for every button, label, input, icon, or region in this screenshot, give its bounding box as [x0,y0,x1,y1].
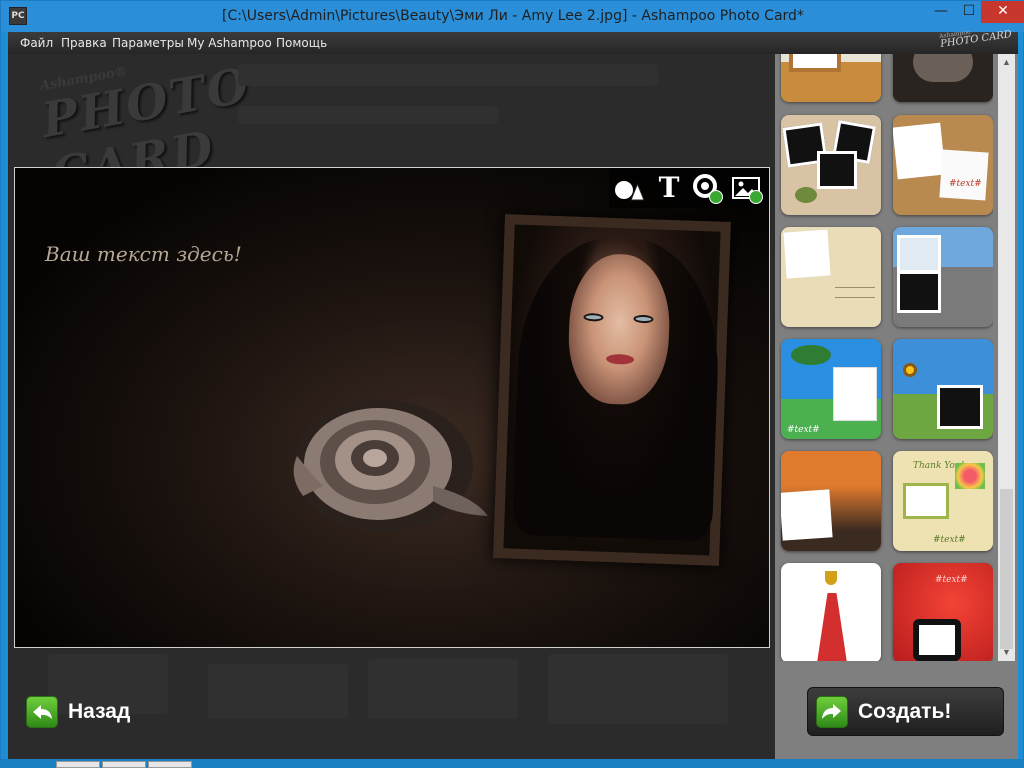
close-button[interactable]: ✕ [981,1,1024,23]
menu-bar: Файл Правка Параметры My Ashampoo Помощь… [8,29,1018,54]
sunflower-shape [903,363,917,377]
back-button[interactable]: Назад [26,695,130,729]
trophy-icon [825,571,837,585]
template-thumb-motorcycle[interactable] [893,54,993,102]
card-text-placeholder[interactable]: Ваш текст здесь! [45,242,242,266]
menu-my-ashampoo[interactable]: My Ashampoo [187,36,272,50]
scroll-thumb[interactable] [1000,489,1013,649]
create-label: Создать! [858,699,952,723]
leaf-shape [795,187,817,203]
template-thumb-route66[interactable] [893,227,993,327]
editor-area: Ashampoo® PHOTO CARD Ваш текст здесь! T … [8,54,775,760]
note-paper [893,122,946,180]
back-arrow-icon [26,696,58,728]
menu-help[interactable]: Помощь [276,36,327,50]
ghost-decoration [368,659,518,719]
palm-text-label: #text# [787,425,820,435]
lips [605,353,635,365]
photo-slot [897,235,941,273]
motorcycle-shape [913,54,973,82]
taskbar-item[interactable] [148,761,192,768]
menu-settings[interactable]: Параметры [112,36,184,50]
template-thumb-red-carpet[interactable] [781,563,881,661]
back-label: Назад [68,700,131,723]
ghost-decoration [238,106,498,124]
photo-slot [833,367,877,421]
create-arrow-icon [816,695,848,728]
refresh-badge-icon [749,190,763,204]
title-bar: PC [C:\Users\Admin\Pictures\Beauty\Эми Л… [1,1,1024,32]
menu-edit[interactable]: Правка [61,36,107,50]
app-window: PC [C:\Users\Admin\Pictures\Beauty\Эми Л… [0,0,1024,768]
thank-you-text-label: #text# [933,535,966,545]
template-thumb-beach-sunset[interactable] [781,451,881,551]
menu-file[interactable]: Файл [20,36,53,50]
scroll-up-icon[interactable]: ▲ [998,54,1015,71]
window-title: [C:\Users\Admin\Pictures\Beauty\Эми Ли -… [222,8,804,24]
template-list: #text# #text# Thank You! #text# #text# [779,54,993,661]
template-thumb-polaroids[interactable] [781,115,881,215]
photo-slot [937,385,983,429]
frame-shape [789,54,841,72]
template-thumb-palm[interactable]: #text# [781,339,881,439]
template-thumb-postcard[interactable] [781,227,881,327]
address-line [835,287,875,288]
taskbar-strip [0,759,1024,768]
card-preview[interactable]: Ваш текст здесь! T [14,167,770,648]
taskbar-item[interactable] [56,761,100,768]
left-eye [583,312,604,322]
ghost-decoration [238,64,658,86]
taskbar-item[interactable] [102,761,146,768]
right-eye [633,314,654,324]
photo-slot [897,271,941,313]
flowers-shape [955,463,985,489]
minimize-button[interactable]: — [927,1,955,23]
photo-frame[interactable] [493,214,731,566]
text-icon[interactable]: T [653,172,685,204]
photo-slot [817,151,857,189]
carpet-shape [817,593,847,661]
note-paper [939,149,989,201]
tv-shape [913,619,961,661]
template-scrollbar[interactable]: ▲ ▼ [998,54,1015,661]
photo-slot [903,483,949,519]
card-toolbar: T [609,168,769,208]
template-sidebar: #text# #text# Thank You! #text# #text# ▲… [775,54,1018,760]
photo-slot [783,229,831,279]
template-thumb-thank-you[interactable]: Thank You! #text# [893,451,993,551]
palm-leaves [791,345,831,365]
ghost-decoration [548,654,728,724]
ghost-decoration [208,664,348,719]
maximize-button[interactable]: ☐ [955,1,983,23]
scroll-down-icon[interactable]: ▼ [998,644,1015,661]
refresh-badge-icon [709,190,723,204]
red-text-label: #text# [935,575,968,585]
template-thumb-red-tv[interactable]: #text# [893,563,993,661]
template-thumb-wood-frame[interactable] [781,54,881,102]
shapes-icon[interactable] [613,172,645,204]
cork-text-label: #text# [949,179,982,189]
photo-slot [781,489,833,541]
create-button[interactable]: Создать! [807,687,1004,736]
template-thumb-sunflowers[interactable] [893,339,993,439]
style-icon[interactable] [691,172,723,204]
background-icon[interactable] [731,172,763,204]
address-line [835,297,875,298]
menu-logo: Ashampoo PHOTO CARD [939,29,1013,50]
template-thumb-cork[interactable]: #text# [893,115,993,215]
rose-image [293,400,488,532]
